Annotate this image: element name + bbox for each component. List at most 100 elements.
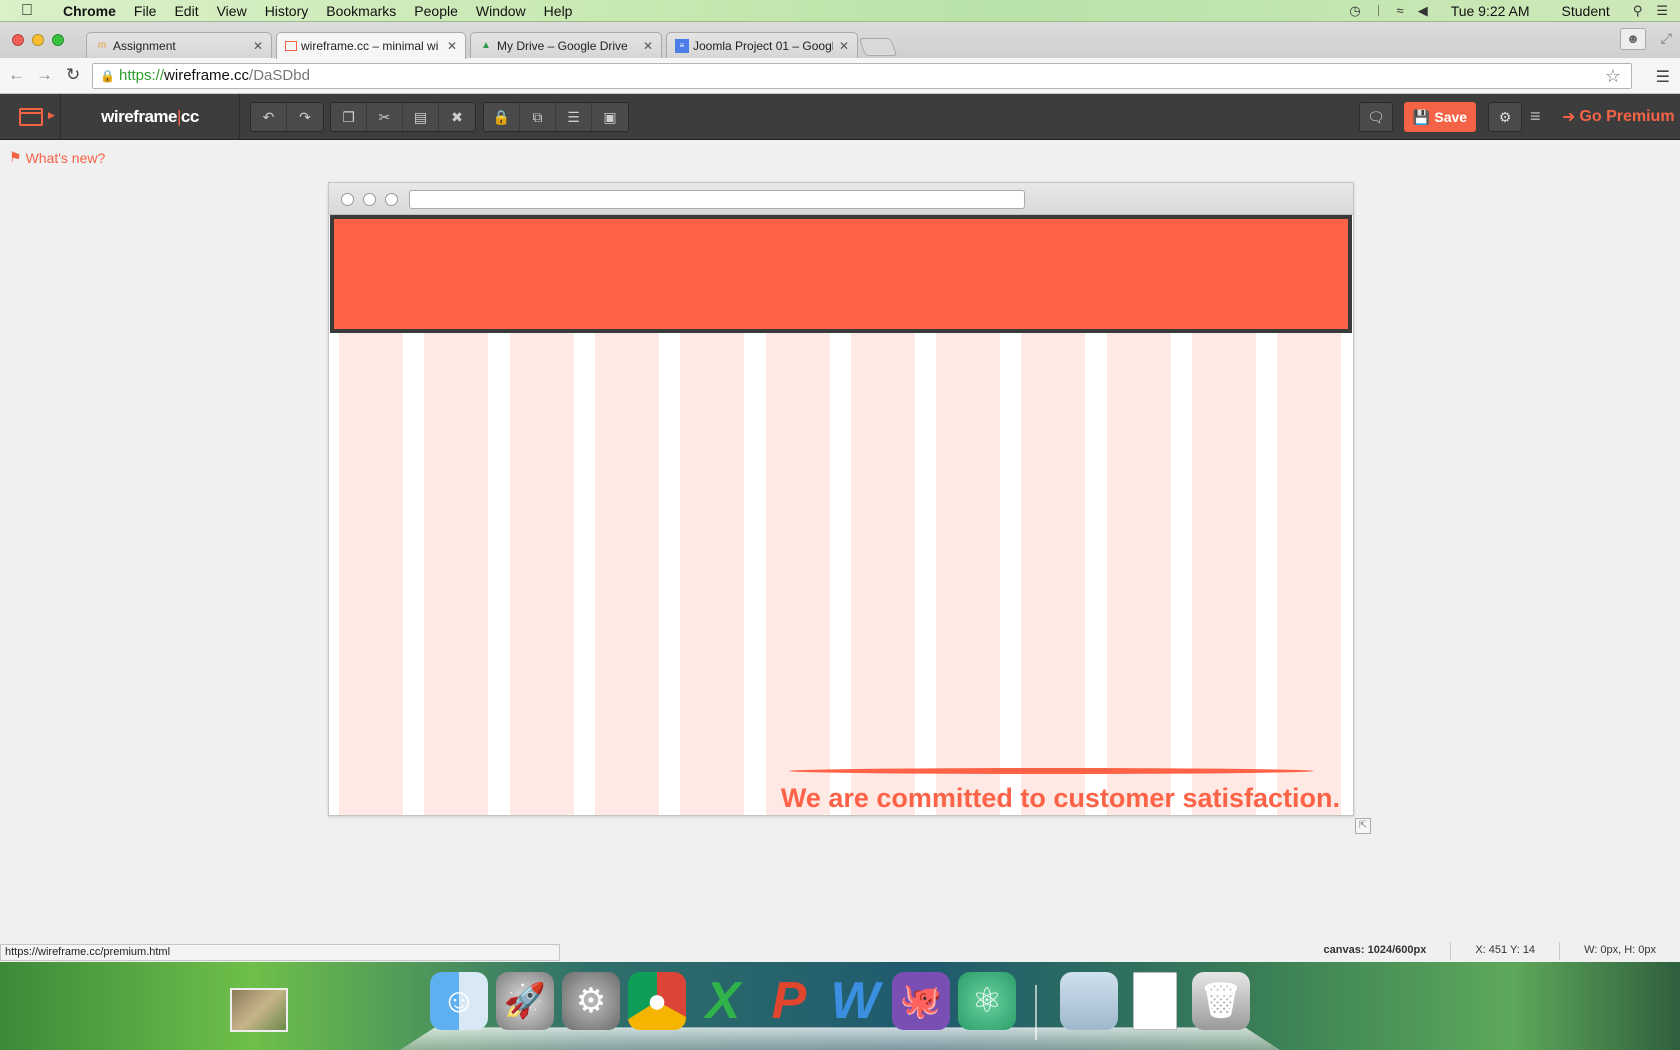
atom-icon[interactable]: ⚛	[958, 972, 1016, 1030]
file-icon[interactable]	[1133, 972, 1177, 1030]
menu-bar:  Chrome File Edit View History Bookmark…	[0, 0, 1680, 22]
premium-label: Go Premium	[1579, 108, 1675, 125]
close-tab-icon[interactable]: ✕	[643, 39, 653, 53]
excel-icon[interactable]: X	[694, 972, 752, 1030]
paste-icon[interactable]: ▤	[403, 103, 439, 131]
bring-to-front-icon[interactable]: ⧉	[520, 103, 556, 131]
whats-new-label: What's new?	[25, 149, 106, 166]
finder-icon[interactable]: ☺	[430, 972, 488, 1030]
trash-icon[interactable]: 🗑	[1192, 972, 1250, 1030]
align-left-icon[interactable]: ☰	[556, 103, 592, 131]
github-icon[interactable]: 🐙	[892, 972, 950, 1030]
mockup-browser-chrome	[329, 183, 1353, 215]
documents-folder-icon[interactable]	[1060, 972, 1118, 1030]
url-path: /DaSDbd	[249, 67, 310, 84]
launchpad-icon[interactable]: 🚀	[496, 972, 554, 1030]
word-icon[interactable]: W	[826, 972, 884, 1030]
brand-left: wireframe	[101, 107, 177, 126]
drive-icon: ▲	[481, 40, 491, 51]
go-premium-link[interactable]: ➜ Go Premium	[1562, 107, 1675, 127]
wireframe-canvas-frame[interactable]: We are committed to customer satisfactio…	[328, 182, 1354, 816]
menu-help[interactable]: Help	[535, 3, 582, 19]
header-box[interactable]	[330, 215, 1352, 333]
zoom-window-button[interactable]	[52, 34, 64, 46]
underline-shape[interactable]	[789, 768, 1314, 774]
close-tab-icon[interactable]: ✕	[253, 39, 263, 53]
whats-new-link[interactable]: ⚑ What's new?	[9, 149, 105, 166]
wifi-icon[interactable]: ≈	[1397, 3, 1404, 18]
resize-canvas-icon[interactable]: ⇱	[1355, 818, 1371, 834]
clock[interactable]: Tue 9:22 AM	[1442, 3, 1539, 19]
menu-view[interactable]: View	[208, 3, 256, 19]
apple-icon[interactable]: 	[0, 2, 54, 20]
url-scheme: https://	[119, 67, 165, 84]
wireframe-canvas[interactable]: We are committed to customer satisfactio…	[329, 215, 1353, 815]
settings-gears-icon[interactable]: ⚙	[1488, 102, 1522, 132]
menu-window[interactable]: Window	[467, 3, 535, 19]
close-tab-icon[interactable]: ✕	[839, 39, 849, 53]
dock-divider	[1035, 985, 1037, 1040]
tab-joomla-doc[interactable]: ≡ Joomla Project 01 – Google ✕	[666, 32, 858, 58]
history-button-group: ↶ ↷	[250, 102, 324, 132]
caret-right-icon: ▶	[48, 110, 55, 120]
wireframe-icon	[285, 41, 297, 51]
copy-icon[interactable]: ❐	[331, 103, 367, 131]
forward-arrow-icon[interactable]: →	[36, 65, 53, 85]
user-menu[interactable]: Student	[1553, 3, 1619, 19]
comment-icon[interactable]: 🗨	[1359, 102, 1393, 132]
lock-icon[interactable]: 🔒	[100, 64, 115, 88]
browser-toolbar: ← → ↻ 🔒 https://wireframe.cc/DaSDbd ☆ ☰	[0, 58, 1680, 94]
tab-title: My Drive – Google Drive	[497, 38, 628, 53]
reload-icon[interactable]: ↻	[66, 65, 80, 85]
brand-logo[interactable]: wireframe|cc	[60, 94, 240, 140]
lock-element-icon[interactable]: 🔒	[484, 103, 520, 131]
menu-edit[interactable]: Edit	[165, 3, 207, 19]
mockup-dot	[385, 193, 398, 206]
tab-wireframe[interactable]: wireframe.cc – minimal wi ✕	[276, 32, 466, 59]
cursor-coords-readout: X: 451 Y: 14	[1450, 942, 1559, 960]
delete-icon[interactable]: ✖	[439, 103, 475, 131]
clipboard-button-group: ❐ ✂ ▤ ✖	[330, 102, 476, 132]
bookmark-star-icon[interactable]: ☆	[1605, 64, 1621, 88]
notification-center-icon[interactable]: ☰	[1656, 3, 1668, 19]
fullscreen-icon[interactable]: ⤢	[1661, 30, 1672, 47]
canvas-size-label: canvas:	[1323, 944, 1365, 956]
minimize-window-button[interactable]	[32, 34, 44, 46]
save-button[interactable]: 💾 Save	[1404, 102, 1476, 132]
back-arrow-icon[interactable]: ←	[8, 65, 25, 85]
tab-google-drive[interactable]: ▲ My Drive – Google Drive ✕	[470, 32, 662, 58]
chrome-menu-icon[interactable]: ☰	[1656, 67, 1670, 87]
wireframe-logo-icon[interactable]	[19, 108, 43, 126]
menu-file[interactable]: File	[125, 3, 166, 19]
time-machine-icon[interactable]: ◷	[1349, 3, 1360, 19]
redo-icon[interactable]: ↷	[287, 103, 323, 131]
group-icon[interactable]: ▣	[592, 103, 628, 131]
bluetooth-icon[interactable]: ᛁ	[1375, 3, 1383, 18]
tab-strip: m Assignment ✕ wireframe.cc – minimal wi…	[0, 22, 1680, 59]
powerpoint-icon[interactable]: P	[760, 972, 818, 1030]
menu-bookmarks[interactable]: Bookmarks	[317, 3, 405, 19]
menu-history[interactable]: History	[256, 3, 318, 19]
status-info-bar: canvas: 1024/600px X: 451 Y: 14 W: 0px, …	[1300, 942, 1680, 960]
system-preferences-icon[interactable]: ⚙	[562, 972, 620, 1030]
address-bar[interactable]: 🔒 https://wireframe.cc/DaSDbd ☆	[92, 63, 1632, 89]
hamburger-menu-icon[interactable]: ≡	[1530, 106, 1541, 127]
volume-icon[interactable]: ◀	[1418, 3, 1428, 19]
new-tab-button[interactable]	[858, 38, 898, 56]
app-toolbar: ▶ wireframe|cc ↶ ↷ ❐ ✂ ▤ ✖ 🔒 ⧉ ☰ ▣ 🗨 💾 S…	[0, 94, 1680, 140]
menu-people[interactable]: People	[405, 3, 467, 19]
chrome-icon[interactable]: ●	[628, 972, 686, 1030]
tab-assignment[interactable]: m Assignment ✕	[86, 32, 272, 58]
close-window-button[interactable]	[12, 34, 24, 46]
close-tab-icon[interactable]: ✕	[447, 39, 457, 53]
cut-icon[interactable]: ✂	[367, 103, 403, 131]
arrange-button-group: 🔒 ⧉ ☰ ▣	[483, 102, 629, 132]
desktop-photo-thumbnail[interactable]	[230, 988, 288, 1032]
canvas-size-value: 1024/600px	[1367, 944, 1427, 956]
tab-title: Assignment	[113, 38, 176, 53]
tagline-text[interactable]: We are committed to customer satisfactio…	[781, 783, 1340, 814]
spotlight-icon[interactable]: ⚲	[1633, 3, 1643, 19]
profile-icon[interactable]: ☻	[1620, 28, 1646, 50]
menu-app[interactable]: Chrome	[54, 3, 125, 19]
undo-icon[interactable]: ↶	[251, 103, 287, 131]
